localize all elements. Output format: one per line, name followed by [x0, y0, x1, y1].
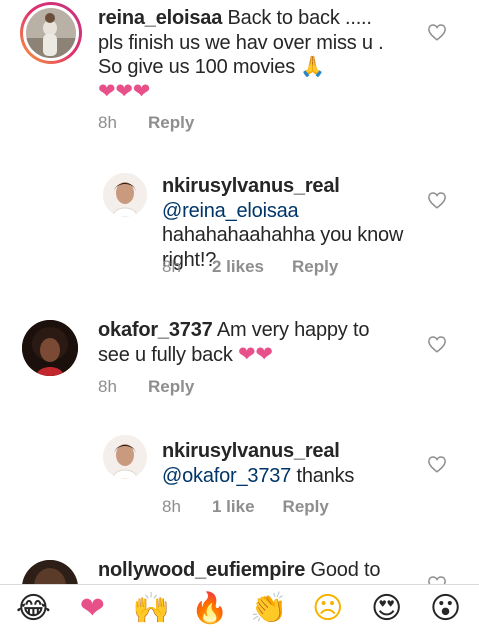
username[interactable]: okafor_3737: [98, 319, 213, 341]
avatar[interactable]: [20, 2, 82, 64]
timestamp: 8h: [98, 377, 117, 396]
comment-meta: 8h Reply: [98, 377, 194, 397]
avatar[interactable]: [103, 173, 147, 217]
comment-meta: 8h 2 likes Reply: [162, 257, 338, 277]
avatar[interactable]: [22, 320, 78, 376]
heart-outline-icon[interactable]: [427, 23, 447, 41]
username[interactable]: nkirusylvanus_real: [162, 175, 340, 197]
likes-count[interactable]: 1 like: [212, 497, 255, 517]
clapping-hands-icon[interactable]: 👏: [249, 589, 289, 629]
timestamp: 8h: [162, 497, 181, 516]
mention-link[interactable]: @reina_eloisaa: [162, 200, 299, 222]
comment-body: thanks: [296, 464, 355, 487]
heart-outline-icon[interactable]: [427, 191, 447, 209]
heart-icon[interactable]: ❤: [72, 589, 112, 629]
reply-button[interactable]: Reply: [148, 113, 194, 133]
comment-text: nkirusylvanus_real @okafor_3737 thanks: [162, 439, 412, 488]
raised-hands-icon[interactable]: 🙌: [131, 589, 171, 629]
timestamp: 8h: [98, 113, 117, 132]
comment-meta: 8h Reply: [98, 113, 194, 133]
sad-face-icon[interactable]: ☹: [308, 589, 348, 629]
laughing-face-icon[interactable]: 😂: [13, 589, 53, 629]
reply-button[interactable]: Reply: [148, 377, 194, 397]
username[interactable]: nollywood_eufiempire: [98, 559, 305, 581]
fire-icon[interactable]: 🔥: [190, 589, 230, 629]
heart-emojis: ❤❤: [238, 342, 273, 366]
reply-button[interactable]: Reply: [292, 257, 338, 277]
comment-text: reina_eloisaa Back to back ..... pls fin…: [98, 6, 388, 104]
username[interactable]: reina_eloisaa: [98, 7, 222, 29]
likes-count[interactable]: 2 likes: [212, 257, 264, 277]
emoji-quick-bar: 😂 ❤ 🙌 🔥 👏 ☹ 😍 😮: [0, 584, 479, 632]
reply-button[interactable]: Reply: [283, 497, 329, 517]
mention-link[interactable]: @okafor_3737: [162, 465, 291, 487]
comment-meta: 8h 1 like Reply: [162, 497, 329, 517]
heart-emojis: ❤❤❤: [98, 79, 151, 103]
heart-outline-icon[interactable]: [427, 455, 447, 473]
comment-body: Good to: [310, 559, 381, 581]
comment-text: nollywood_eufiempire Good to: [98, 558, 398, 583]
folded-hands-emoji: 🙏: [300, 56, 327, 78]
avatar[interactable]: [103, 435, 147, 479]
heart-outline-icon[interactable]: [427, 335, 447, 353]
heart-eyes-icon[interactable]: 😍: [367, 589, 407, 629]
username[interactable]: nkirusylvanus_real: [162, 440, 340, 462]
comment-text: okafor_3737 Am very happy to see u fully…: [98, 318, 398, 367]
timestamp: 8h: [162, 257, 181, 276]
surprised-face-icon[interactable]: 😮: [426, 589, 466, 629]
